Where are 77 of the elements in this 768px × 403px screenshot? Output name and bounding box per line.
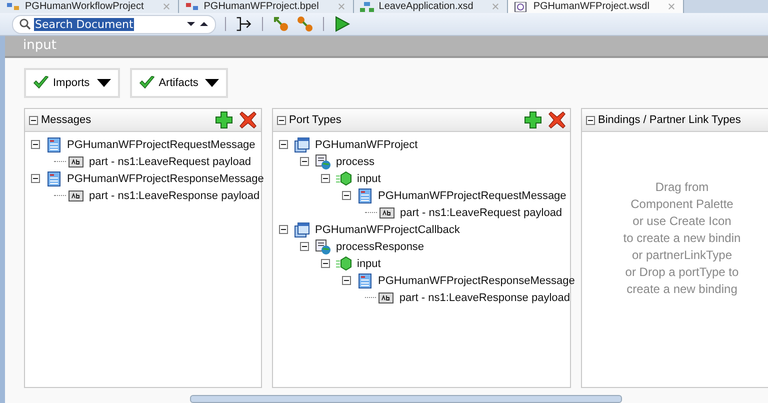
tree-item[interactable]: PGHumanWFProjectResponseMessage (378, 274, 575, 286)
expander-icon[interactable] (342, 191, 351, 200)
globe-document-icon (315, 238, 331, 254)
tree-item[interactable]: part - ns1:LeaveResponse payload (89, 190, 260, 202)
collapse-toggle[interactable] (29, 116, 38, 124)
horizontal-scrollbar[interactable] (190, 395, 622, 403)
text-field-icon (378, 290, 394, 306)
wsdl-icon (514, 2, 528, 12)
tree-item[interactable]: part - ns1:LeaveRequest payload (400, 206, 562, 218)
search-icon (19, 18, 31, 30)
filter-dropdown[interactable]: Imports (24, 68, 120, 98)
project-icon (6, 2, 20, 12)
section-header: input (5, 36, 768, 58)
editor-tab[interactable]: PGHumanWFProject.wsdl (508, 0, 684, 13)
add-icon[interactable] (524, 111, 542, 129)
panel-title: Messages (41, 114, 92, 126)
tree-item[interactable]: PGHumanWFProjectRequestMessage (378, 190, 566, 202)
cube-icon (336, 170, 352, 186)
expander-icon[interactable] (300, 242, 309, 251)
tree-item[interactable]: PGHumanWFProjectRequestMessage (67, 138, 256, 150)
add-icon[interactable] (215, 111, 233, 129)
tree-item[interactable]: input (357, 172, 381, 184)
delete-icon[interactable] (548, 111, 566, 129)
text-field-icon (68, 154, 84, 170)
tree-item[interactable]: part - ns1:LeaveRequest payload (89, 156, 252, 168)
message-icon (357, 272, 373, 288)
run-icon[interactable] (333, 15, 351, 33)
dropdown-arrow-icon (205, 79, 220, 87)
message-icon (46, 170, 62, 186)
expander-icon[interactable] (279, 140, 288, 149)
align-icon[interactable] (235, 15, 253, 33)
expander-icon[interactable] (31, 174, 40, 183)
expander-icon[interactable] (321, 174, 330, 183)
panel-title: Port Types (289, 114, 342, 126)
add-link-icon[interactable] (272, 15, 290, 33)
tree-item[interactable]: processResponse (336, 240, 424, 252)
hint-text: Component Palette (630, 196, 734, 213)
expander-icon[interactable] (31, 140, 40, 149)
expander-icon[interactable] (342, 276, 351, 285)
remove-link-icon[interactable] (296, 15, 314, 33)
next-match-icon[interactable] (186, 21, 196, 27)
message-icon (46, 136, 62, 152)
hint-text: or Drop a portType to (625, 264, 739, 281)
search-field[interactable]: Search Document (12, 14, 216, 34)
tree-item[interactable]: input (357, 258, 381, 270)
hint-text: create a new binding (626, 281, 738, 298)
windows-icon (294, 222, 310, 238)
hint-text: to create a new bindin (623, 230, 741, 247)
globe-document-icon (315, 154, 331, 170)
collapse-toggle[interactable] (586, 116, 595, 124)
tree-item[interactable]: part - ns1:LeaveResponse payload (399, 292, 570, 304)
tree-item[interactable]: process (336, 156, 375, 168)
text-field-icon (379, 204, 395, 220)
expander-icon[interactable] (321, 259, 330, 268)
editor-tab[interactable]: PGHumanWFProject.bpel (178, 0, 354, 13)
cube-icon (336, 256, 352, 272)
text-field-icon (68, 188, 84, 204)
editor-tab[interactable]: LeaveApplication.xsd (354, 0, 508, 13)
process-icon (184, 2, 199, 12)
filter-dropdown[interactable]: Artifacts (130, 68, 228, 98)
hint-text: or use Create Icon (632, 213, 732, 230)
message-icon (357, 188, 373, 204)
expander-icon[interactable] (300, 157, 309, 166)
tree-item[interactable]: PGHumanWFProjectCallback (315, 224, 460, 236)
delete-icon[interactable] (239, 111, 257, 129)
hint-text: or partnerLinkType (632, 247, 732, 264)
expander-icon[interactable] (279, 225, 288, 234)
editor-tab[interactable]: PGHumanWorkflowProject (0, 0, 179, 13)
previous-match-icon[interactable] (199, 21, 209, 27)
dropdown-arrow-icon (96, 79, 111, 87)
schema-icon (360, 2, 374, 12)
tree-item[interactable]: PGHumanWFProjectResponseMessage (67, 172, 264, 184)
windows-icon (294, 136, 310, 152)
hint-text: Drag from (655, 179, 709, 196)
collapse-toggle[interactable] (277, 116, 286, 124)
tree-item[interactable]: PGHumanWFProject (315, 138, 418, 150)
panel-title: Bindings / Partner Link Types (598, 114, 741, 126)
